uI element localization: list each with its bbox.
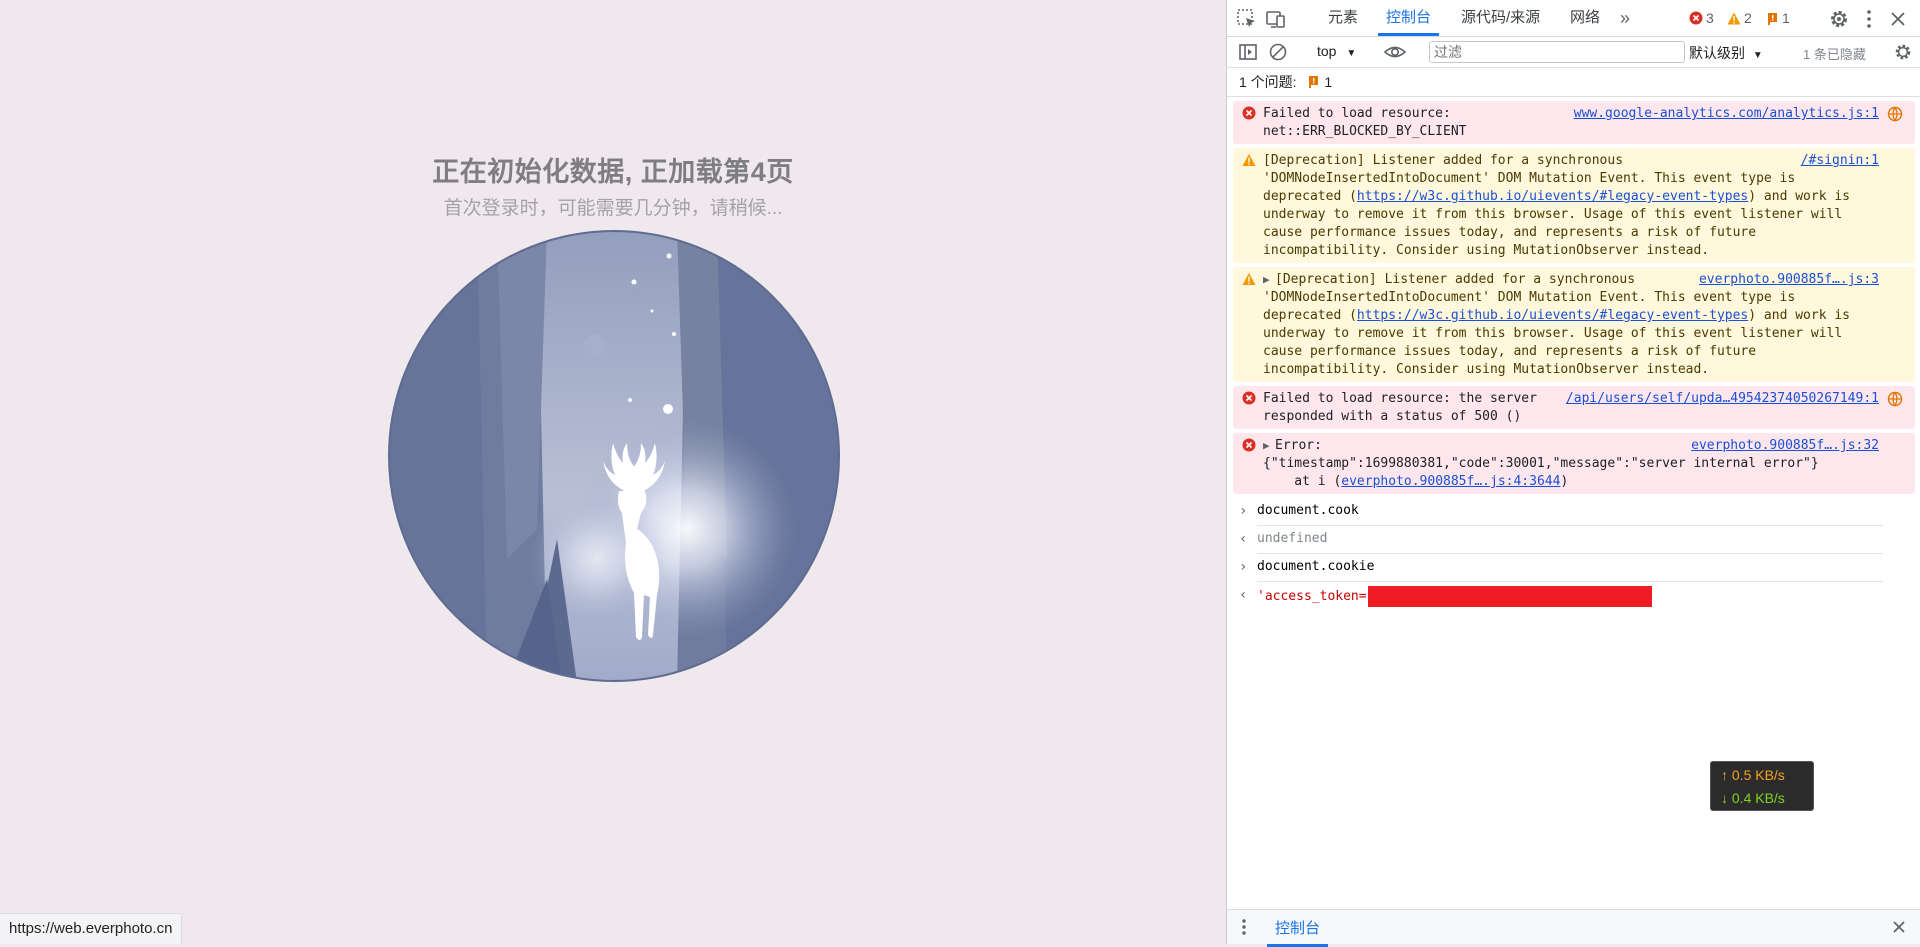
drawer-tab-console[interactable]: 控制台 [1266,911,1329,947]
error-count: 3 [1706,10,1714,26]
inspect-element-icon[interactable] [1236,8,1258,30]
console-message-error: www.google-analytics.com/analytics.js:1 … [1233,101,1915,144]
deer-illustration [388,230,840,682]
chevron-right-icon: › [1239,503,1248,519]
network-speed-overlay: ↑ 0.5 KB/s ↓ 0.4 KB/s [1710,761,1814,811]
close-devtools-icon[interactable] [1887,8,1909,30]
error-icon [1242,106,1256,120]
download-speed: ↓ 0.4 KB/s [1721,787,1813,810]
issue-flag-icon [1768,12,1777,25]
error-count-badge[interactable]: 3 [1689,10,1714,26]
repl-output: ‹ undefined [1239,526,1883,554]
settings-gear-icon[interactable] [1828,8,1850,30]
redaction-block [1367,586,1652,607]
devtools-panel: 元素 控制台 源代码/来源 网络 » 3 2 1 top ▼ 过滤 默认级别 ▼… [1226,0,1920,947]
console-settings-gear-icon[interactable] [1893,42,1913,62]
chevron-left-icon: ‹ [1239,587,1248,603]
issues-bar-count: 1 [1324,74,1333,90]
error-icon [1242,438,1256,452]
console-toolbar: top ▼ 默认级别 ▼ 1 条已隐藏 [1227,37,1920,68]
stack-prefix: at i ( [1263,474,1342,489]
console-message-warning: /#signin:1 [Deprecation] Listener added … [1233,148,1915,263]
issues-count-badge[interactable]: 1 [1767,10,1790,26]
issues-bar[interactable]: 1 个问题: 1 [1227,68,1920,97]
clear-console-icon[interactable] [1268,42,1288,62]
drawer-menu-icon[interactable] [1241,918,1247,936]
warning-count-badge[interactable]: 2 [1727,10,1752,26]
app-page: 正在初始化数据, 正加载第4页 首次登录时，可能需要几分钟，请稍候... htt… [0,0,1226,944]
message-source-link[interactable]: everphoto.900885f….js:3 [1699,271,1879,289]
repl-input: › document.cook [1239,498,1883,526]
chevron-down-icon: ▼ [1346,48,1357,59]
devtools-drawer: 控制台 [1227,909,1920,947]
message-inline-link[interactable]: https://w3c.github.io/uievents/#legacy-e… [1357,308,1748,323]
status-url: https://web.everphoto.cn [0,913,183,944]
repl-output-text: 'access_token= [1257,589,1367,604]
repl-input-text: document.cookie [1257,559,1375,574]
upload-speed: ↑ 0.5 KB/s [1721,764,1813,787]
network-request-icon[interactable] [1887,391,1903,407]
chevron-left-icon: ‹ [1239,531,1248,547]
context-select[interactable]: top ▼ [1317,43,1356,59]
repl-input: › document.cookie [1239,554,1883,582]
warning-icon [1727,12,1741,24]
sidebar-toggle-icon[interactable] [1238,42,1258,62]
device-toolbar-icon[interactable] [1265,8,1287,30]
warning-icon [1242,273,1256,285]
message-source-link[interactable]: www.google-analytics.com/analytics.js:1 [1574,105,1879,123]
message-text: Failed to load resource: net::ERR_BLOCKE… [1263,106,1467,139]
repl-output-text: undefined [1257,531,1328,546]
network-request-icon[interactable] [1887,106,1903,122]
message-text: {"timestamp":1699880381,"code":30001,"me… [1263,456,1819,471]
issues-count: 1 [1782,10,1790,26]
expand-triangle-icon[interactable]: ▶ [1263,437,1275,455]
error-icon [1689,11,1703,25]
issues-label: 1 个问题: [1239,74,1297,90]
issue-flag-icon [1309,76,1319,88]
repl-output: ‹ 'access_token= [1239,582,1883,612]
console-message-warning: everphoto.900885f….js:3 ▶ [Deprecation] L… [1233,267,1915,382]
tab-console[interactable]: 控制台 [1377,0,1440,36]
message-source-link[interactable]: everphoto.900885f….js:32 [1691,437,1879,455]
warning-count: 2 [1744,10,1752,26]
download-speed-value: 0.4 KB/s [1731,790,1785,806]
stack-suffix: ) [1560,474,1569,489]
error-icon [1242,391,1256,405]
hidden-count: 1 条已隐藏 [1803,47,1866,62]
expand-triangle-icon[interactable]: ▶ [1263,271,1275,289]
console-output: www.google-analytics.com/analytics.js:1 … [1227,100,1920,906]
loading-title: 正在初始化数据, 正加载第4页 [432,157,794,187]
message-inline-link[interactable]: https://w3c.github.io/uievents/#legacy-e… [1357,189,1748,204]
chevron-down-icon: ▼ [1752,50,1763,61]
log-level-value: 默认级别 [1689,45,1745,61]
repl-input-text: document.cook [1257,503,1359,518]
chevron-right-icon: › [1239,559,1248,575]
upload-speed-value: 0.5 KB/s [1731,767,1785,783]
message-text: Error: [1275,438,1322,453]
stack-link[interactable]: everphoto.900885f….js:4:3644 [1341,474,1560,489]
context-value: top [1317,43,1337,59]
arrow-up-icon: ↑ [1721,767,1732,783]
message-text: Failed to load resource: the server resp… [1263,391,1537,424]
arrow-down-icon: ↓ [1721,790,1732,806]
more-options-icon[interactable] [1858,8,1880,30]
message-source-link[interactable]: /api/users/self/upda…495423740502671​49:… [1566,390,1879,408]
warning-icon [1242,154,1256,166]
loading-subtitle: 首次登录时，可能需要几分钟，请稍候... [443,198,783,219]
console-message-error: everphoto.900885f….js:32 ▶ Error: {"times… [1233,433,1915,494]
tab-sources[interactable]: 源代码/来源 [1461,0,1540,35]
close-drawer-icon[interactable] [1891,919,1907,935]
message-source-link[interactable]: /#signin:1 [1801,152,1879,170]
live-expression-eye-icon[interactable] [1383,42,1407,62]
devtools-tabbar: 元素 控制台 源代码/来源 网络 » 3 2 1 [1227,0,1920,37]
console-message-error: /api/users/self/upda…495423740502671​49:… [1233,386,1915,429]
more-tabs-icon[interactable]: » [1620,0,1630,35]
log-level-select[interactable]: 默认级别 ▼ [1689,43,1763,63]
tab-network[interactable]: 网络 [1570,0,1600,35]
filter-input[interactable] [1429,41,1685,63]
tab-elements[interactable]: 元素 [1328,0,1358,35]
